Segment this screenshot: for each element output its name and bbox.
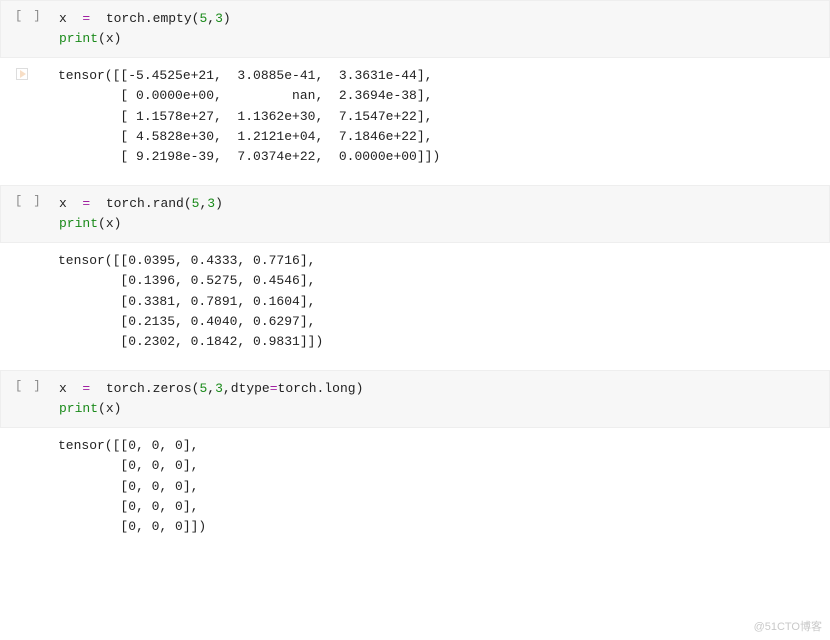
code-content[interactable]: x = torch.empty(5,3) print(x) — [59, 9, 231, 49]
watermark-text: @51CTO博客 — [754, 618, 822, 634]
code-cell-input[interactable]: [ ]x = torch.zeros(5,3,dtype=torch.long)… — [0, 370, 830, 428]
code-cell-output: tensor([[-5.4525e+21, 3.0885e-41, 3.3631… — [0, 58, 830, 175]
code-cell-input[interactable]: [ ]x = torch.rand(5,3) print(x) — [0, 185, 830, 243]
code-content[interactable]: x = torch.rand(5,3) print(x) — [59, 194, 223, 234]
code-cell-output: tensor([[0.0395, 0.4333, 0.7716], [0.139… — [0, 243, 830, 360]
input-prompt: [ ] — [15, 194, 59, 208]
output-content: tensor([[-5.4525e+21, 3.0885e-41, 3.3631… — [58, 66, 440, 167]
output-content: tensor([[0, 0, 0], [0, 0, 0], [0, 0, 0],… — [58, 436, 206, 537]
output-gutter — [14, 66, 58, 80]
code-cell-input[interactable]: [ ]x = torch.empty(5,3) print(x) — [0, 0, 830, 58]
output-arrow-icon — [16, 68, 28, 80]
code-content[interactable]: x = torch.zeros(5,3,dtype=torch.long) pr… — [59, 379, 363, 419]
output-content: tensor([[0.0395, 0.4333, 0.7716], [0.139… — [58, 251, 323, 352]
input-prompt: [ ] — [15, 9, 59, 23]
input-prompt: [ ] — [15, 379, 59, 393]
code-cell-output: tensor([[0, 0, 0], [0, 0, 0], [0, 0, 0],… — [0, 428, 830, 545]
